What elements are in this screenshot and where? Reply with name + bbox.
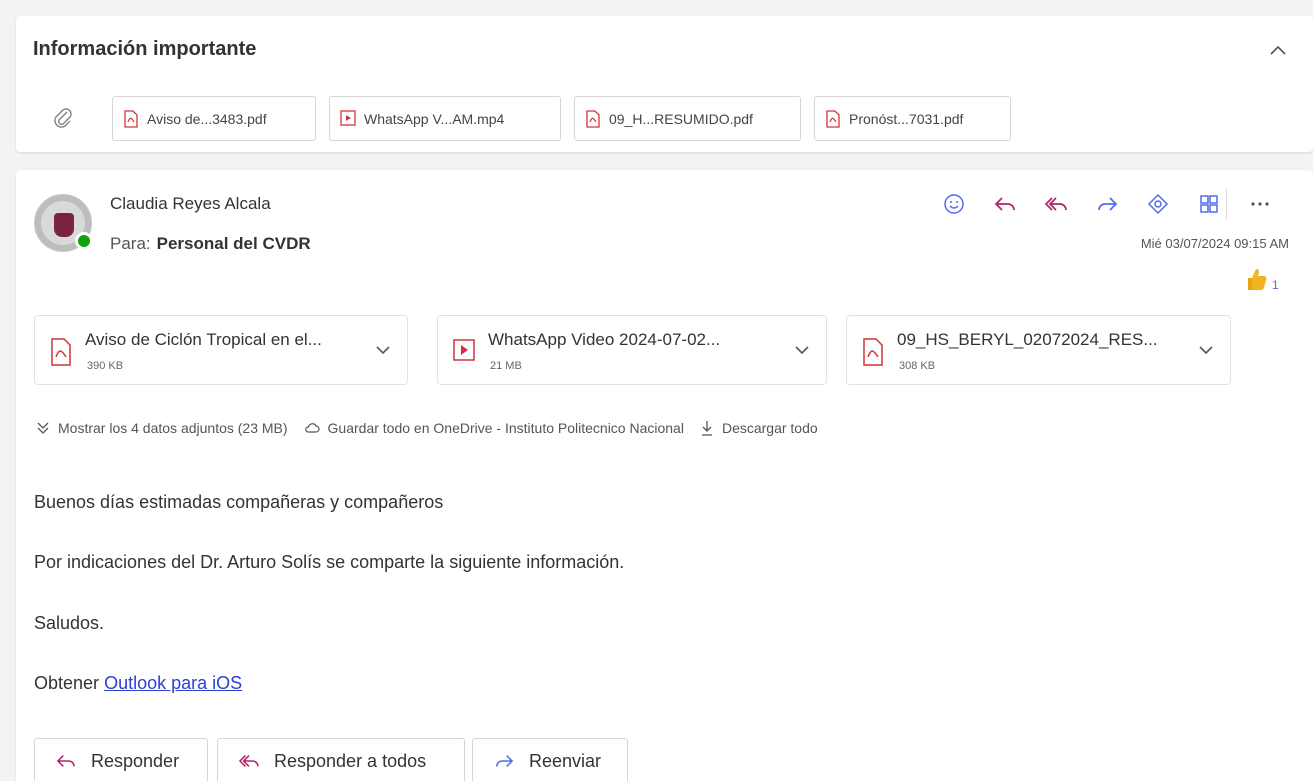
download-all-label: Descargar todo [721, 420, 818, 436]
loop-icon [1147, 193, 1169, 215]
chevron-down-icon[interactable] [792, 340, 812, 360]
avatar-logo-mark [54, 213, 74, 237]
loop-button[interactable] [1140, 188, 1176, 220]
reply-all-label: Responder a todos [274, 750, 427, 771]
reply-label: Responder [91, 750, 180, 771]
attachment-card[interactable]: 09_HS_BERYL_02072024_RES... 308 KB [846, 315, 1231, 385]
download-icon [701, 421, 712, 436]
attachment-name: 09_HS_BERYL_02072024_RES... [897, 330, 1158, 349]
reply-all-icon [1044, 197, 1067, 211]
chevron-down-icon[interactable] [1196, 340, 1216, 360]
attachment-card[interactable]: WhatsApp Video 2024-07-02... 21 MB [437, 315, 827, 385]
attachment-chip-label: 09_H...RESUMIDO.pdf [609, 110, 753, 127]
reaction-count: 1 [1272, 278, 1279, 292]
sent-date: Mié 03/07/2024 09:15 AM [1140, 236, 1289, 251]
attachment-card[interactable]: Aviso de Ciclón Tropical en el... 390 KB [34, 315, 408, 385]
attachment-name: WhatsApp Video 2024-07-02... [488, 330, 721, 349]
attachment-chip[interactable]: Aviso de...3483.pdf [112, 96, 316, 141]
body-closing: Saludos. [34, 613, 105, 633]
message-card: Claudia Reyes Alcala Para: Personal del C… [16, 170, 1313, 781]
message-actions [936, 188, 1293, 220]
reply-icon [56, 755, 75, 767]
thumbs-up-icon [1248, 269, 1267, 290]
forward-icon [496, 755, 514, 767]
forward-label: Reenviar [529, 750, 602, 771]
reply-all-footer-button[interactable]: Responder a todos [217, 738, 465, 781]
reply-icon [994, 197, 1015, 211]
chevron-down-icon[interactable] [373, 340, 393, 360]
reply-footer-button[interactable]: Responder [34, 738, 208, 781]
double-chevron-down-icon [37, 422, 49, 434]
download-all-link[interactable]: Descargar todo [700, 420, 818, 436]
signature-prefix: Obtener [34, 673, 100, 693]
attachment-chip-label: Aviso de...3483.pdf [147, 110, 267, 127]
attachment-size: 21 MB [490, 360, 522, 372]
attachment-chip-label: Pronóst...7031.pdf [849, 110, 964, 127]
emoji-reaction-button[interactable] [936, 188, 972, 220]
attachment-actions: Mostrar los 4 datos adjuntos (23 MB) Gua… [36, 420, 834, 436]
body-signature: Obtener Outlook para iOS [34, 673, 242, 694]
email-subject: Información importante [33, 38, 257, 60]
pdf-icon [861, 338, 885, 366]
video-icon [452, 338, 476, 366]
apps-button[interactable] [1191, 188, 1227, 220]
attachment-chip-label: WhatsApp V...AM.mp4 [364, 110, 505, 127]
forward-footer-button[interactable]: Reenviar [472, 738, 628, 781]
attachment-chip[interactable]: WhatsApp V...AM.mp4 [329, 96, 561, 141]
attachment-name: Aviso de Ciclón Tropical en el... [85, 330, 322, 349]
attachment-size: 308 KB [899, 360, 936, 372]
thread-header: Información importante Aviso de...3483.p… [16, 16, 1313, 152]
pdf-icon [825, 109, 841, 128]
to-label: Para: [110, 234, 151, 253]
show-all-attachments-link[interactable]: Mostrar los 4 datos adjuntos (23 MB) [36, 420, 288, 436]
save-to-onedrive-link[interactable]: Guardar todo en OneDrive - Instituto Pol… [304, 420, 684, 436]
forward-button[interactable] [1089, 188, 1125, 220]
collapse-chevron-up-icon[interactable] [1266, 38, 1290, 62]
pdf-icon [123, 109, 139, 128]
outlook-ios-link[interactable]: Outlook para iOS [104, 673, 242, 693]
paperclip-icon [52, 106, 80, 134]
reply-all-button[interactable] [1038, 188, 1074, 220]
reply-all-icon [238, 755, 259, 767]
pdf-icon [49, 338, 73, 366]
presence-available-icon [75, 232, 93, 250]
video-icon [340, 109, 356, 128]
reply-button[interactable] [987, 188, 1023, 220]
recipient-line: Para: Personal del CVDR [110, 234, 311, 254]
sender-name[interactable]: Claudia Reyes Alcala [110, 194, 271, 214]
cloud-icon [304, 423, 320, 433]
pdf-icon [585, 109, 601, 128]
forward-icon [1098, 197, 1118, 211]
reaction-badge[interactable]: 1 [1244, 266, 1279, 292]
body-greeting: Buenos días estimadas compañeras y compa… [34, 492, 444, 512]
more-ellipsis-icon [1251, 202, 1269, 206]
save-to-onedrive-label: Guardar todo en OneDrive - Instituto Pol… [327, 420, 684, 436]
body-paragraph: Por indicaciones del Dr. Arturo Solís se… [34, 552, 625, 572]
attachment-chip[interactable]: 09_H...RESUMIDO.pdf [574, 96, 801, 141]
show-all-attachments-label: Mostrar los 4 datos adjuntos (23 MB) [58, 420, 288, 436]
more-options-button[interactable] [1242, 188, 1278, 220]
grid-apps-icon [1199, 195, 1218, 213]
smiley-icon [944, 194, 964, 214]
attachment-size: 390 KB [87, 360, 124, 372]
recipient-name[interactable]: Personal del CVDR [157, 234, 311, 253]
attachment-chip[interactable]: Pronóst...7031.pdf [814, 96, 1011, 141]
